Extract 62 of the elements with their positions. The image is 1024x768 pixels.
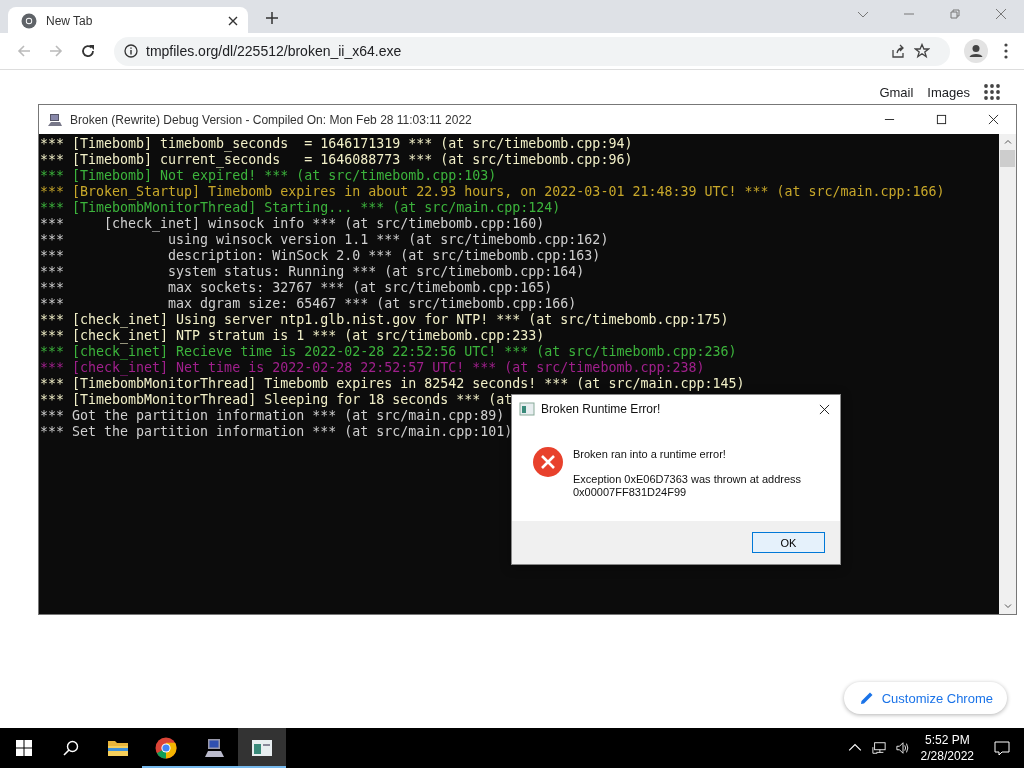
customize-chrome-button[interactable]: Customize Chrome <box>843 682 1007 714</box>
console-line: *** [TimebombMonitorThread] Starting... *** (at src/main.cpp:124) <box>40 200 561 216</box>
window-icon <box>519 401 535 417</box>
clock-date: 2/28/2022 <box>920 748 974 764</box>
apps-grid-icon[interactable] <box>984 84 1000 100</box>
console-line: *** max sockets: 32767 *** (at src/timebomb.cpp:165) <box>40 280 553 296</box>
console-line: *** using winsock version 1.1 *** (at src/timebomb.cpp:162) <box>40 232 609 248</box>
error-message: Broken ran into a runtime error! <box>573 448 727 461</box>
console-line: *** description: WinSock 2.0 *** (at src/timebomb.cpp:163) <box>40 248 601 264</box>
console-line: *** system status: Running *** (at src/timebomb.cpp:164) <box>40 264 585 280</box>
error-icon <box>533 447 563 477</box>
share-icon[interactable] <box>890 43 906 59</box>
ok-button[interactable]: OK <box>752 532 825 553</box>
clock-time: 5:52 PM <box>924 732 970 748</box>
dialog-title: Broken Runtime Error! <box>541 402 661 416</box>
console-line: *** [check_inet] Using server ntp1.glb.nist.gov for NTP! *** (at src/timebomb.cpp:175) <box>40 312 729 328</box>
address-bar[interactable]: tmpfiles.org/dl/225512/broken_ii_x64.exe <box>114 36 950 66</box>
console-line: *** Set the partition information *** (at src/main.cpp:101) <box>40 424 513 440</box>
window-icon <box>251 737 273 759</box>
maximize-icon[interactable] <box>936 114 947 125</box>
scrollbar[interactable] <box>999 134 1016 614</box>
reload-icon[interactable] <box>80 43 96 59</box>
chrome-icon <box>21 12 37 29</box>
star-icon[interactable] <box>914 43 930 59</box>
scroll-thumb[interactable] <box>1000 150 1015 167</box>
notification-icon[interactable] <box>994 740 1010 756</box>
header-link[interactable]: Gmail <box>879 84 914 100</box>
search-icon[interactable] <box>63 740 79 756</box>
volume-icon[interactable] <box>895 741 910 755</box>
console-line: *** max dgram size: 65467 *** (at src/timebomb.cpp:166) <box>40 296 577 312</box>
console-line: *** [Timebomb] timebomb_seconds = 1646171319 *** (at src/timebomb.cpp:94) <box>40 136 633 152</box>
url-text: tmpfiles.org/dl/225512/broken_ii_x64.exe <box>146 43 402 59</box>
close-icon[interactable] <box>819 403 830 415</box>
console-line: *** Got the partition information *** (at src/main.cpp:89) <box>40 408 505 424</box>
computer-icon <box>47 111 63 128</box>
console-line: *** [check_inet] Recieve time is 2022-02-28 22:52:56 UTC! *** (at src/timebomb.cpp:236) <box>40 344 737 360</box>
close-icon[interactable] <box>228 15 238 26</box>
menu-icon[interactable] <box>1004 43 1008 59</box>
console-line: *** [Timebomb] current_seconds = 1646088773 *** (at src/timebomb.cpp:96) <box>40 152 633 168</box>
network-icon[interactable] <box>871 741 886 755</box>
close-icon[interactable] <box>988 114 999 125</box>
header-link[interactable]: Images <box>927 84 970 100</box>
windows-start-icon[interactable] <box>16 740 32 756</box>
console-line: *** [Broken_Startup] Timebomb expires in about 22.93 hours, on 2022-03-01 21:48:39 UTC! *** (at src/main.cpp:166) <box>40 184 945 200</box>
error-detail: Exception 0xE06D7363 was thrown at address 0x00007FF831D24F99 <box>573 473 803 499</box>
pencil-icon <box>859 691 874 705</box>
console-line: *** [check_inet] NTP stratum is 1 *** (at src/timebomb.cpp:233) <box>40 328 545 344</box>
taskbar-app[interactable] <box>238 728 286 768</box>
console-line: *** [Timebomb] Not expired! *** (at src/timebomb.cpp:103) <box>40 168 497 184</box>
clock[interactable]: 5:52 PM 2/28/2022 <box>920 732 974 764</box>
browser-tab[interactable]: New Tab <box>8 7 248 34</box>
tab-title: New Tab <box>46 13 94 28</box>
info-icon <box>124 44 138 58</box>
chrome-icon <box>155 737 177 759</box>
computer-icon <box>203 737 225 759</box>
profile-icon[interactable] <box>964 39 988 63</box>
console-line: *** [check_inet] Net time is 2022-02-28 22:52:57 UTC! *** (at src/timebomb.cpp:238) <box>40 360 705 376</box>
window-title: Broken (Rewrite) Debug Version - Compiled On: Mon Feb 28 11:03:11 2022 <box>70 112 472 127</box>
console-line: *** [TimebombMonitorThread] Sleeping for 18 seconds *** (at <box>40 392 513 408</box>
console-line: *** [TimebombMonitorThread] Timebomb expires in 82542 seconds! *** (at src/main.cpp:145) <box>40 376 745 392</box>
console-line: *** [check_inet] winsock info *** (at src/timebomb.cpp:160) <box>40 216 545 232</box>
new-tab-icon[interactable] <box>266 12 278 24</box>
